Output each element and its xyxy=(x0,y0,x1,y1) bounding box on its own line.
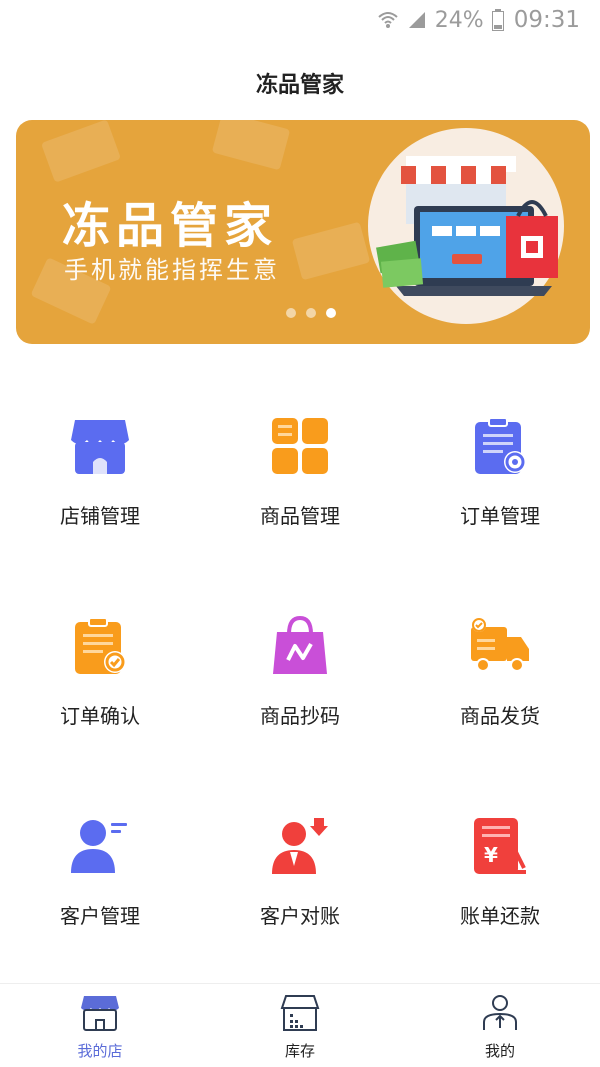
grid-item-product-management[interactable]: 商品管理 xyxy=(200,400,400,600)
pagination-dot[interactable] xyxy=(306,308,316,318)
grid-item-label: 商品管理 xyxy=(260,504,340,528)
pagination-dot-active[interactable] xyxy=(326,308,336,318)
store-tab-icon xyxy=(79,992,121,1034)
grid-item-label: 订单管理 xyxy=(460,504,540,528)
tab-inventory[interactable]: 库存 xyxy=(200,984,400,1067)
grid-item-label: 账单还款 xyxy=(460,904,540,928)
tab-profile[interactable]: 我的 xyxy=(400,984,600,1067)
promo-banner[interactable]: 冻品管家 手机就能指挥生意 xyxy=(16,120,590,344)
wifi-icon xyxy=(377,9,399,31)
status-bar: 24% 09:31 xyxy=(0,0,600,40)
profile-tab-icon xyxy=(479,992,521,1034)
clock: 09:31 xyxy=(513,7,580,33)
money-decoration xyxy=(40,120,122,183)
tab-label: 我的 xyxy=(484,1042,515,1060)
tab-label: 库存 xyxy=(284,1042,315,1060)
grid-item-label: 客户管理 xyxy=(60,904,140,928)
bill-repay-icon: ¥ xyxy=(468,814,532,878)
grid-item-label: 客户对账 xyxy=(260,904,340,928)
grid-apps-icon xyxy=(268,414,332,478)
money-decoration xyxy=(211,120,291,171)
banner-headline: 冻品管家 xyxy=(62,198,279,254)
grid-item-product-shipping[interactable]: 商品发货 xyxy=(400,600,600,800)
banner-pagination[interactable] xyxy=(286,308,336,318)
header: 冻品管家 xyxy=(0,58,600,108)
grid-item-order-confirm[interactable]: 订单确认 xyxy=(0,600,200,800)
grid-item-label: 商品发货 xyxy=(460,704,540,728)
grid-item-label: 订单确认 xyxy=(60,704,140,728)
shop-illustration xyxy=(368,128,564,324)
grid-item-bill-repayment[interactable]: ¥ 账单还款 xyxy=(400,800,600,1000)
tab-label: 我的店 xyxy=(77,1042,123,1060)
banner-subheadline: 手机就能指挥生意 xyxy=(64,256,280,284)
grid-item-order-management[interactable]: 订单管理 xyxy=(400,400,600,600)
customer-icon xyxy=(68,814,132,878)
tab-my-store[interactable]: 我的店 xyxy=(0,984,200,1067)
grid-item-customer-management[interactable]: 客户管理 xyxy=(0,800,200,1000)
grid-item-store-management[interactable]: 店铺管理 xyxy=(0,400,200,600)
battery-icon xyxy=(491,9,504,31)
page-title: 冻品管家 xyxy=(255,73,344,98)
shopping-bag-icon xyxy=(268,614,332,678)
delivery-truck-icon xyxy=(468,614,532,678)
bottom-tab-bar: 我的店 库存 我的 xyxy=(0,983,600,1067)
inventory-tab-icon xyxy=(279,992,321,1034)
grid-item-customer-reconcile[interactable]: 客户对账 xyxy=(200,800,400,1000)
clipboard-check-icon xyxy=(68,614,132,678)
svg-text:¥: ¥ xyxy=(484,843,498,867)
order-list-icon xyxy=(468,414,532,478)
grid-item-label: 商品抄码 xyxy=(260,704,340,728)
customer-reconcile-icon xyxy=(268,814,332,878)
battery-percent: 24% xyxy=(434,7,484,33)
grid-item-product-code[interactable]: 商品抄码 xyxy=(200,600,400,800)
store-icon xyxy=(68,414,132,478)
function-grid: 店铺管理 商品管理 订单管理 订单确认 商品抄码 商品发货 客户管理 客户对账 … xyxy=(0,400,600,1000)
pagination-dot[interactable] xyxy=(286,308,296,318)
grid-item-label: 店铺管理 xyxy=(60,504,140,528)
signal-icon xyxy=(407,10,427,30)
